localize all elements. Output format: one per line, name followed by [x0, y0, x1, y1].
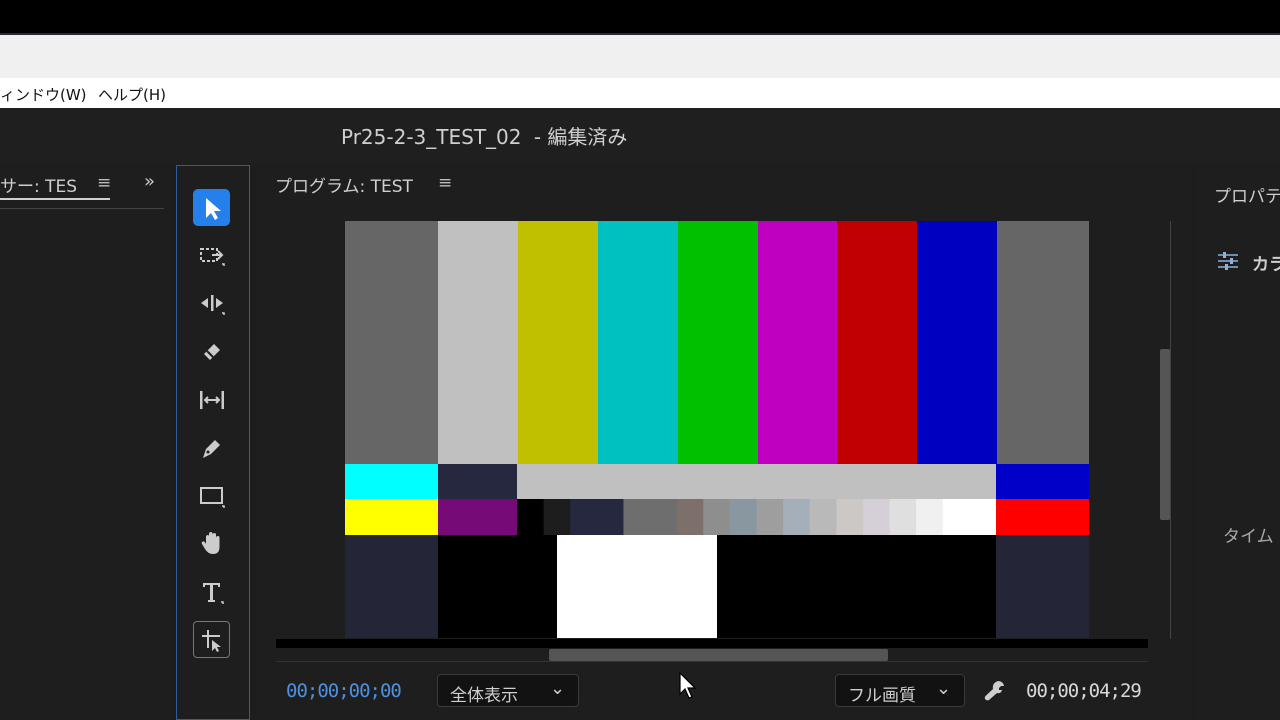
playback-bar[interactable]: [276, 639, 1148, 648]
gray-step: [836, 499, 864, 535]
active-tab-indicator: [0, 198, 110, 200]
color-bar: [345, 221, 438, 464]
color-bar: [518, 221, 598, 464]
header-bar: [0, 35, 1280, 78]
gray-step: [783, 499, 811, 535]
duration-timecode: 00;00;04;29: [1026, 680, 1142, 702]
color-bar: [517, 464, 996, 499]
color-bar: [438, 499, 517, 535]
properties-panel: [1197, 164, 1280, 720]
track-select-tool-icon[interactable]: [193, 237, 230, 274]
selection-tool-icon[interactable]: [193, 189, 230, 226]
color-bar: [837, 221, 917, 464]
color-bar: [997, 221, 1089, 464]
edit-status: - 編集済み: [533, 125, 628, 149]
gray-step: [729, 499, 757, 535]
window-title-bar: [0, 0, 1280, 35]
video-preview[interactable]: [345, 221, 1089, 638]
panel-menu-icon[interactable]: ≡: [97, 173, 111, 193]
chevron-down-icon: ⌄: [936, 678, 952, 699]
gray-step: [623, 499, 651, 535]
menu-item-window[interactable]: ィンドウ(W): [0, 84, 87, 105]
color-bar: [345, 535, 438, 638]
gray-step: [862, 499, 891, 535]
color-bar: [438, 221, 518, 464]
gray-step: [543, 499, 571, 535]
project-title: Pr25-2-3_TEST_02 - 編集済み: [341, 121, 627, 150]
gray-step: [942, 499, 970, 535]
playback-quality-dropdown[interactable]: フル画質 ⌄: [835, 674, 965, 707]
program-monitor-title[interactable]: プログラム: TEST: [275, 172, 413, 197]
color-bar: [717, 535, 996, 638]
zoom-level-dropdown[interactable]: 全体表示 ⌄: [437, 674, 579, 707]
timeline-label: タイム: [1223, 527, 1274, 547]
color-bar: [345, 464, 438, 499]
app-header: [0, 108, 1280, 164]
razor-tool-icon[interactable]: [193, 333, 230, 370]
project-name: Pr25-2-3_TEST_02: [341, 125, 522, 149]
gray-step: [889, 499, 917, 535]
gray-step: [756, 499, 784, 535]
zoom-level-value: 全体表示: [450, 686, 518, 706]
color-bar: [758, 221, 837, 464]
pen-tool-icon[interactable]: [193, 429, 230, 466]
color-bar: [345, 499, 438, 535]
color-bar: [996, 499, 1089, 535]
gray-step: [570, 499, 598, 535]
color-section-label: カラ: [1252, 255, 1280, 275]
type-tool-icon[interactable]: [193, 573, 230, 610]
hand-tool-icon[interactable]: [193, 525, 230, 562]
color-bars-middle: [345, 464, 1089, 535]
menu-bar: ィンドウ(W) ヘルプ(H): [0, 78, 1280, 108]
color-sliders-icon: [1218, 252, 1238, 270]
motion-tool-icon[interactable]: [193, 621, 230, 658]
color-bar: [557, 535, 717, 638]
mouse-cursor-icon: [679, 672, 697, 699]
panel-divider: [0, 208, 164, 209]
slip-tool-icon[interactable]: [193, 381, 230, 418]
vertical-scrollbar[interactable]: [1160, 349, 1170, 520]
panel-divider: [276, 661, 1148, 662]
color-bars-bottom: [345, 535, 1089, 638]
gray-step: [969, 499, 997, 535]
source-panel: [0, 164, 171, 720]
gray-step: [517, 499, 545, 535]
properties-panel-title[interactable]: プロパテ: [1214, 182, 1280, 207]
gray-step: [596, 499, 624, 535]
playhead-timecode[interactable]: 00;00;00;00: [286, 680, 402, 702]
gray-step: [809, 499, 837, 535]
wrench-icon[interactable]: [984, 679, 1006, 706]
gray-step: [676, 499, 704, 535]
color-bar: [996, 464, 1089, 499]
horizontal-scrollbar[interactable]: [549, 649, 888, 661]
color-bar: [678, 221, 758, 464]
color-bar: [917, 221, 997, 464]
panel-overflow-icon[interactable]: »: [144, 171, 155, 192]
playback-quality-value: フル画質: [848, 686, 916, 706]
color-bars-top: [345, 221, 1089, 464]
color-bar: [996, 535, 1089, 638]
vertical-scroll-track: [1170, 221, 1171, 639]
color-bar: [438, 464, 517, 499]
color-bar: [598, 221, 678, 464]
gray-step: [650, 499, 678, 535]
menu-item-help[interactable]: ヘルプ(H): [98, 84, 166, 105]
ripple-edit-tool-icon[interactable]: [193, 285, 230, 322]
chevron-down-icon: ⌄: [550, 678, 566, 699]
program-panel-menu-icon[interactable]: ≡: [438, 173, 452, 193]
color-bar: [438, 535, 557, 638]
rectangle-tool-icon[interactable]: [193, 477, 230, 514]
panel-tab-browser[interactable]: サー: TES: [0, 172, 77, 197]
gray-step: [703, 499, 731, 535]
gray-step: [916, 499, 944, 535]
